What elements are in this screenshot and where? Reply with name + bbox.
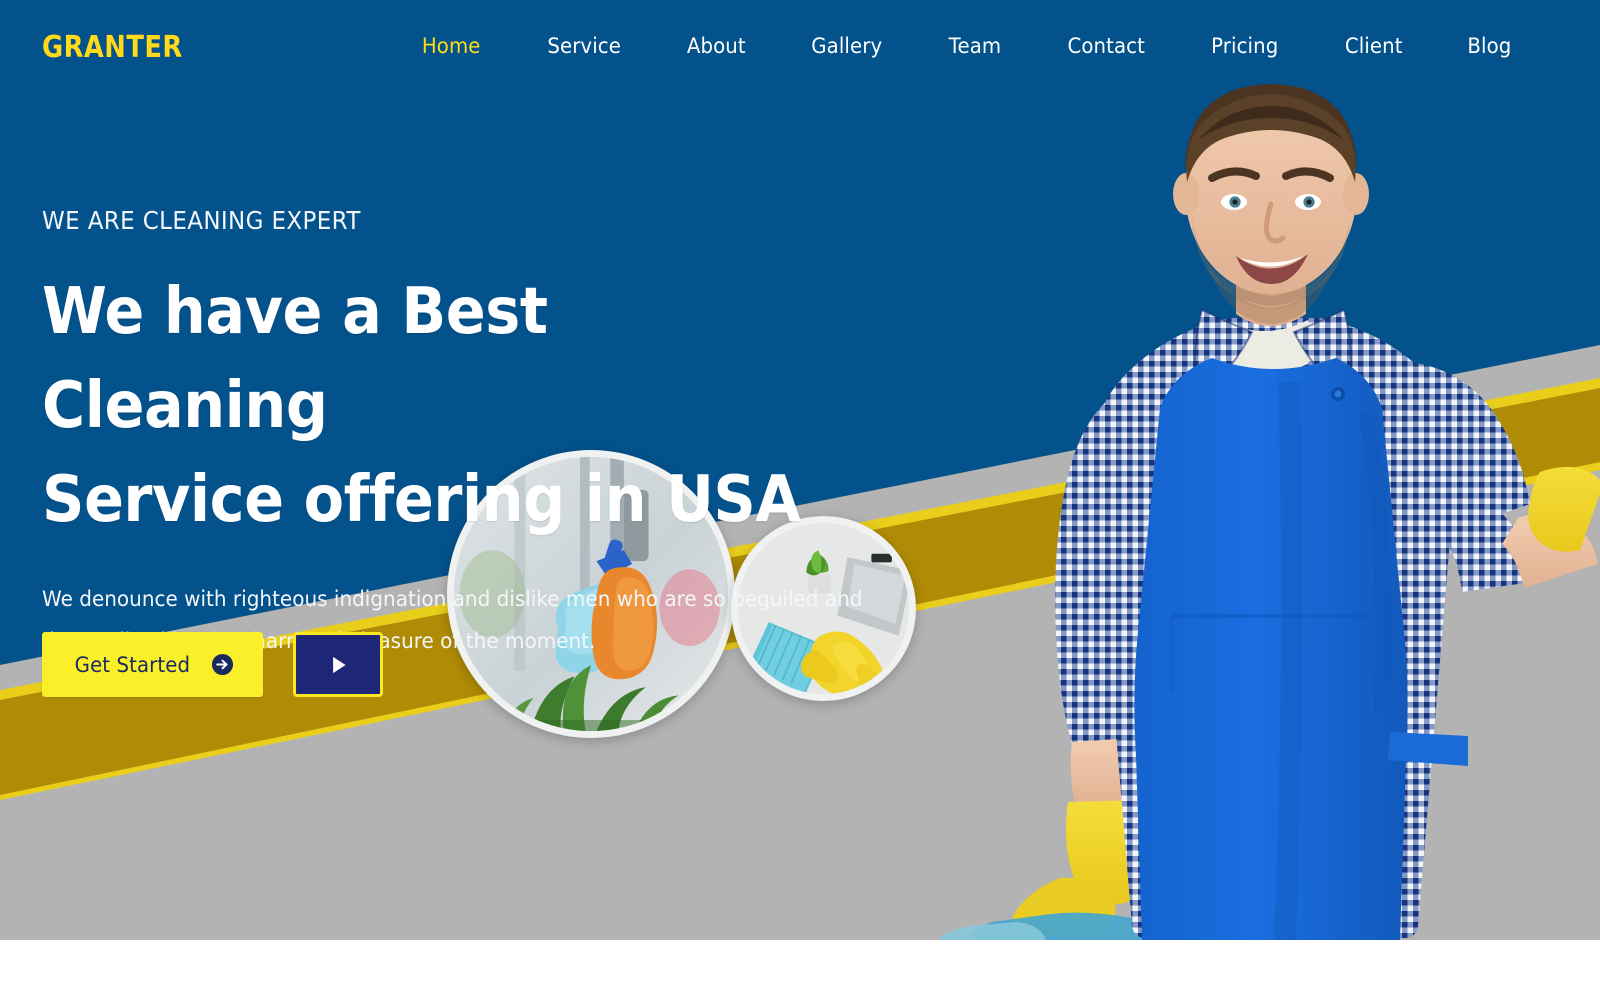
nav-item-blog[interactable]: Blog [1438,28,1540,64]
arrow-circle-right-icon [211,653,234,676]
nav-item-about[interactable]: About [658,28,775,64]
page-root: GRANTER Home Service About Gallery Team … [0,0,1600,1000]
hero-section: GRANTER Home Service About Gallery Team … [0,0,1600,940]
nav-item-client[interactable]: Client [1315,28,1431,64]
hero-copy: WE ARE CLEANING EXPERT We have a Best Cl… [42,206,922,662]
brand-logo[interactable]: GRANTER [42,30,183,65]
headline-line-1: We have a Best Cleaning [42,275,548,444]
page-title: We have a Best Cleaning Service offering… [42,265,852,547]
hero-cta-row: Get Started [42,632,383,697]
nav-item-pricing[interactable]: Pricing [1182,28,1307,64]
hero-eyebrow: WE ARE CLEANING EXPERT [42,206,361,235]
nav-item-service[interactable]: Service [518,28,650,64]
main-navigation: GRANTER Home Service About Gallery Team … [0,0,1600,96]
nav-item-contact[interactable]: Contact [1038,28,1174,64]
get-started-button[interactable]: Get Started [42,632,263,697]
play-icon [325,652,351,678]
get-started-label: Get Started [74,652,191,677]
page-bottom-spacer [0,940,1600,1000]
nav-links: Home Service About Gallery Team Contact … [389,28,1544,64]
play-video-button[interactable] [292,632,383,697]
nav-item-gallery[interactable]: Gallery [783,28,912,64]
headline-line-2: Service offering in USA [42,463,801,538]
nav-item-team[interactable]: Team [920,28,1031,64]
nav-item-home[interactable]: Home [393,28,510,64]
